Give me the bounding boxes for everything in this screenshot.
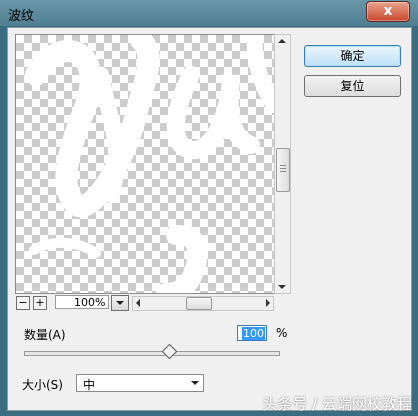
amount-slider-thumb[interactable]	[161, 343, 178, 360]
zoom-dropdown-button[interactable]	[111, 295, 129, 311]
white-dot	[193, 239, 209, 255]
ok-button[interactable]: 确定	[304, 45, 401, 67]
minus-icon: −	[18, 296, 28, 309]
preview-zoom-bar: − + 100%	[15, 294, 290, 312]
white-stroke-1	[25, 35, 160, 217]
horizontal-scroll-thumb[interactable]	[186, 297, 212, 310]
chevron-down-icon	[116, 301, 124, 305]
zoom-level-field[interactable]: 100%	[55, 295, 109, 309]
chevron-down-icon	[191, 381, 199, 385]
watermark-text: 头条号 / 云端网校教程	[262, 395, 412, 413]
white-stroke-4	[246, 35, 274, 113]
amount-unit: %	[276, 326, 288, 340]
size-select[interactable]: 中	[76, 374, 204, 392]
white-stroke-5	[29, 237, 101, 258]
scroll-right-icon[interactable]	[266, 299, 270, 307]
amount-slider-track[interactable]	[24, 351, 280, 356]
scroll-down-icon[interactable]	[278, 285, 286, 289]
dialog-body: − + 100% 确定 复位 数量(A) 100 % 大小(S) 中	[7, 27, 412, 411]
white-stroke-3	[166, 66, 260, 159]
scroll-left-icon[interactable]	[136, 299, 140, 307]
amount-input[interactable]: 100	[237, 325, 267, 341]
scroll-up-icon[interactable]	[278, 39, 286, 43]
preview-horizontal-scrollbar[interactable]	[132, 296, 274, 311]
vertical-scroll-thumb[interactable]	[276, 148, 290, 192]
zoom-out-button[interactable]: −	[16, 296, 30, 310]
filter-dialog-window: 波纹 x − + 100% 确定 复位 数量(A) 100 % 大小(S) 中 …	[0, 0, 418, 416]
window-title: 波纹	[8, 9, 35, 24]
plus-icon: +	[35, 296, 45, 309]
close-button[interactable]: x	[366, 1, 410, 22]
white-stroke-6	[156, 225, 208, 293]
amount-label: 数量(A)	[24, 328, 66, 342]
size-label: 大小(S)	[22, 378, 63, 392]
title-bar[interactable]: 波纹 x	[0, 0, 418, 26]
close-icon: x	[383, 3, 393, 19]
preview-artwork	[25, 35, 274, 293]
size-selected-value: 中	[83, 378, 96, 392]
reset-button[interactable]: 复位	[304, 75, 401, 97]
zoom-in-button[interactable]: +	[33, 296, 47, 310]
amount-value: 100	[242, 327, 265, 340]
preview-canvas[interactable]	[15, 34, 275, 294]
preview-vertical-scrollbar[interactable]	[274, 34, 291, 294]
